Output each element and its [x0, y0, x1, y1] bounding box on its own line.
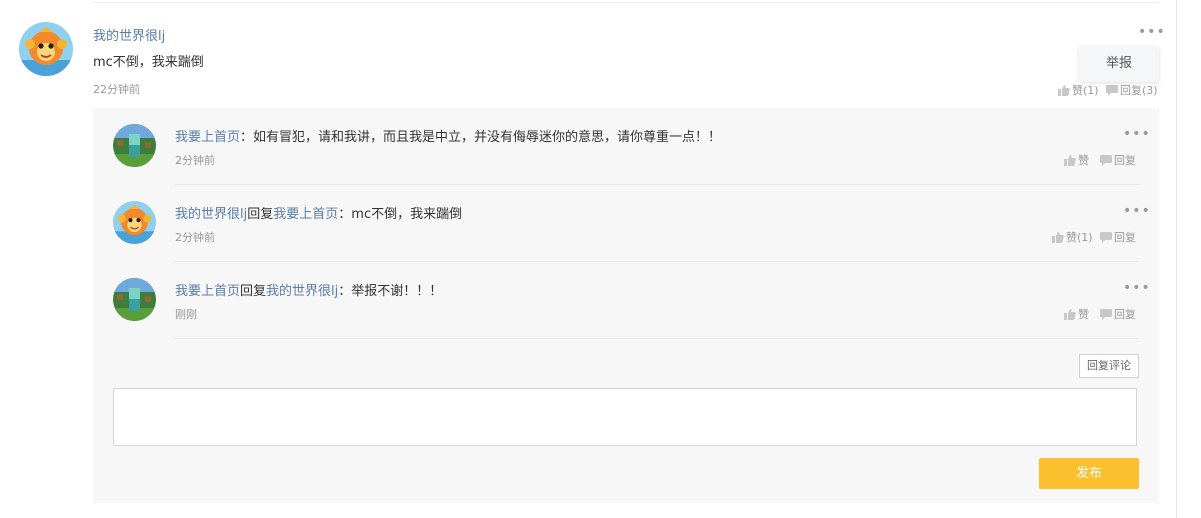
thumbs-up-icon [1052, 231, 1064, 243]
reply-label: 回复 [1114, 308, 1136, 321]
reply-target[interactable]: 我要上首页 [273, 207, 338, 222]
reply-header: 我要上首页：如有冒犯，请和我讲，而且我是中立，并没有侮辱迷你的意思，请你尊重一点… [175, 126, 721, 145]
reply-word: 回复 [247, 207, 274, 222]
comment-time: 22分钟前 [93, 83, 140, 96]
reply-separator: ： [240, 130, 254, 145]
reply-divider [175, 338, 1139, 339]
reply-time: 刚刚 [175, 308, 197, 321]
thumbs-up-icon [1058, 84, 1070, 96]
reply-text: 如有冒犯，请和我讲，而且我是中立，并没有侮辱迷你的意思，请你尊重一点！！ [253, 130, 722, 145]
thumbs-up-icon [1064, 308, 1076, 320]
reply-header: 我的世界很lj回复我要上首页：mc不倒，我来踹倒 [175, 203, 462, 222]
chat-bubble-icon [1106, 84, 1118, 96]
reply-button[interactable]: 回复 [1100, 306, 1136, 322]
reply-text: mc不倒，我来踹倒 [351, 207, 463, 222]
reply-separator: ： [338, 207, 352, 222]
publish-button[interactable]: 发布 [1039, 458, 1139, 489]
reply-button[interactable]: 回复 [1100, 229, 1136, 245]
like-button[interactable]: 赞 [1064, 152, 1089, 168]
avatar[interactable] [113, 124, 156, 167]
more-dots-icon[interactable]: ••• [1123, 204, 1151, 218]
avatar[interactable] [113, 201, 156, 244]
more-dots-icon[interactable]: ••• [1123, 127, 1151, 141]
comment-text: mc不倒，我来踹倒 [93, 55, 204, 70]
reply-divider [175, 184, 1139, 185]
reply-button[interactable]: 回复(3) [1106, 82, 1158, 98]
reply-word: 回复 [240, 284, 267, 299]
avatar[interactable] [19, 22, 73, 76]
like-count: 赞(1) [1072, 84, 1099, 97]
more-dots-icon[interactable]: ••• [1123, 281, 1151, 295]
reply-time: 2分钟前 [175, 231, 215, 244]
scroll-edge [1176, 0, 1177, 518]
reply-panel: 我要上首页：如有冒犯，请和我讲，而且我是中立，并没有侮辱迷你的意思，请你尊重一点… [93, 108, 1159, 503]
reply-separator: ： [338, 284, 352, 299]
reply-text: 举报不谢！！！ [351, 284, 443, 299]
reply-target[interactable]: 我的世界很lj [266, 284, 338, 299]
more-dots-icon[interactable]: ••• [1138, 25, 1166, 39]
report-menu-item[interactable]: 举报 [1079, 46, 1159, 82]
like-button[interactable]: 赞(1) [1052, 229, 1093, 245]
chat-bubble-icon [1100, 231, 1112, 243]
reply-button[interactable]: 回复 [1100, 152, 1136, 168]
chat-bubble-icon [1100, 308, 1112, 320]
reply-time: 2分钟前 [175, 154, 215, 167]
reply-label: 回复 [1114, 231, 1136, 244]
thumbs-up-icon [1064, 154, 1076, 166]
reply-comment-button[interactable]: 回复评论 [1079, 354, 1139, 378]
reply-divider [175, 261, 1139, 262]
reply-label: 回复 [1114, 154, 1136, 167]
reply-author[interactable]: 我要上首页 [175, 284, 240, 299]
reply-input[interactable] [113, 388, 1137, 446]
reply-author[interactable]: 我的世界很lj [175, 207, 247, 222]
comment-thread: 我的世界很lj mc不倒，我来踹倒 22分钟前 ••• 举报 赞(1) 回复(3… [0, 0, 1201, 518]
like-button[interactable]: 赞(1) [1058, 82, 1099, 98]
like-label: 赞 [1078, 154, 1089, 167]
like-button[interactable]: 赞 [1064, 306, 1089, 322]
reply-author[interactable]: 我要上首页 [175, 130, 240, 145]
reply-count: 回复(3) [1120, 84, 1158, 97]
like-label: 赞 [1078, 308, 1089, 321]
reply-header: 我要上首页回复我的世界很lj：举报不谢！！！ [175, 280, 442, 299]
top-divider [93, 2, 1159, 3]
chat-bubble-icon [1100, 154, 1112, 166]
comment-username[interactable]: 我的世界很lj [93, 25, 165, 44]
avatar[interactable] [113, 278, 156, 321]
like-label: 赞(1) [1066, 231, 1093, 244]
